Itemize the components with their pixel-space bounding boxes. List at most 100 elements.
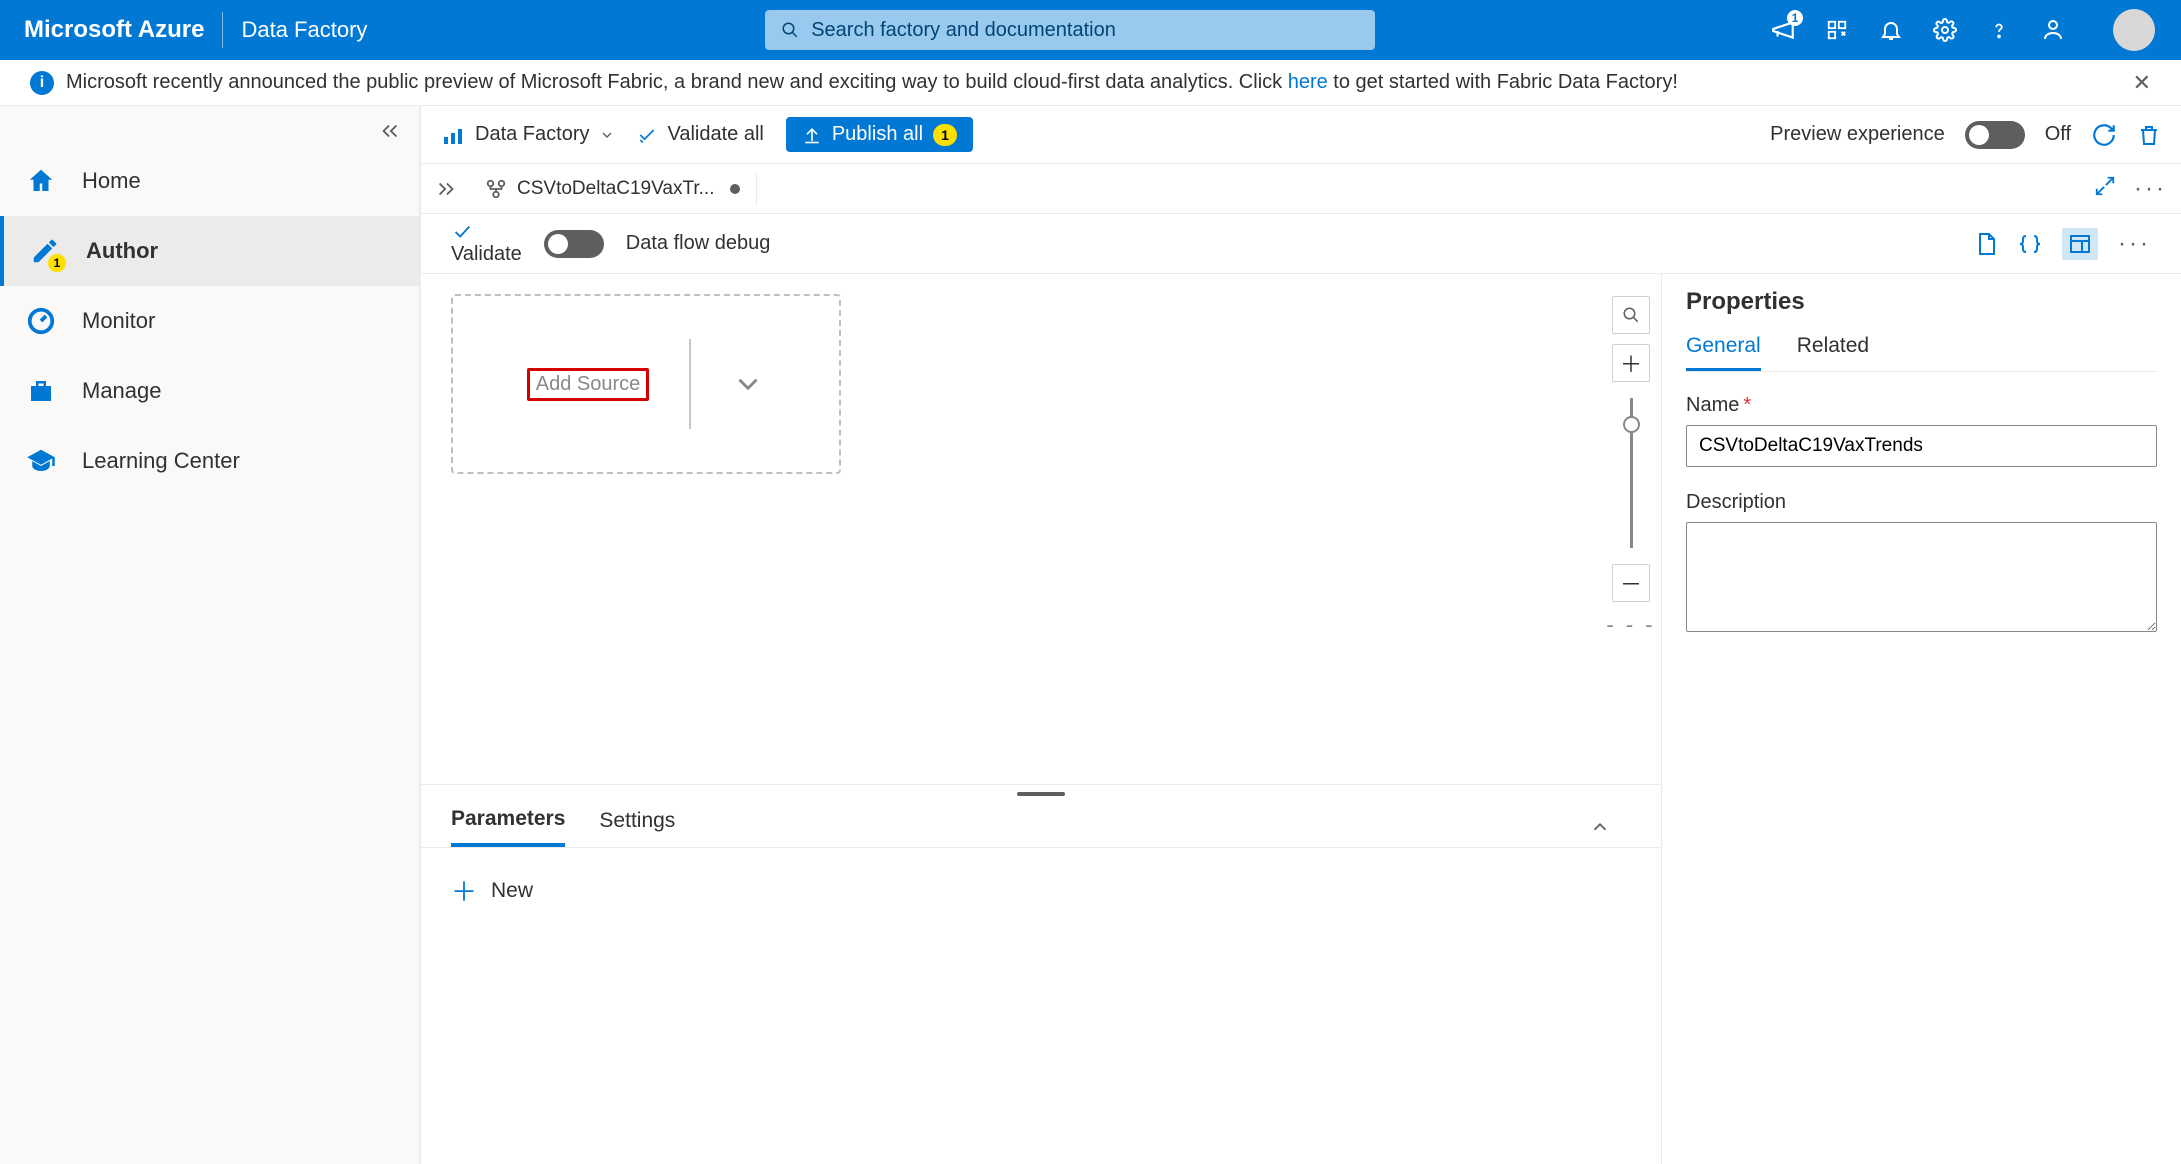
directory-icon[interactable] [1823,16,1851,44]
refresh-icon[interactable] [2091,122,2117,148]
zoom-out-button[interactable]: － [1612,564,1650,602]
plus-icon: ＋ [451,872,477,909]
factory-toolbar: Data Factory Validate all Publish all 1 … [421,106,2181,164]
help-icon[interactable] [1985,16,2013,44]
brand-divider [222,12,223,48]
tab-settings[interactable]: Settings [599,809,675,845]
chevron-down-icon [599,127,615,143]
collapse-bottom-icon[interactable] [1589,816,1631,838]
dataflow-icon [485,178,507,200]
author-badge: 1 [48,254,66,272]
dataflow-debug-toggle[interactable] [544,230,604,258]
banner-text: Microsoft recently announced the public … [66,71,1678,94]
left-nav: Home Author 1 Monitor Manage Learn [0,106,420,1164]
dataflow-debug-label: Data flow debug [626,232,771,255]
tabstrip: CSVtoDeltaC19VaxTr... ··· [421,164,2181,214]
dataflow-canvas[interactable]: Add Source ＋ － [421,274,1661,784]
search-input[interactable] [811,19,1359,42]
announcements-icon[interactable]: 1 [1769,16,1797,44]
global-search[interactable] [765,10,1375,50]
info-icon: i [30,71,54,95]
sidebar-label: Home [82,168,141,194]
name-label-text: Name [1686,394,1739,416]
tab-overflow-icon[interactable]: ··· [2134,175,2167,203]
collapse-nav-icon[interactable] [379,120,401,142]
sidebar-item-home[interactable]: Home [0,146,419,216]
unsaved-indicator [730,184,740,194]
add-source-label: Add Source [527,368,650,401]
zoom-slider[interactable] [1630,398,1633,548]
validate-all-button[interactable]: Validate all [637,123,763,146]
toolbox-icon [24,376,58,406]
name-label: Name* [1686,394,2157,417]
validate-button[interactable]: Validate [451,221,522,266]
header-icons: 1 [1769,9,2181,51]
avatar[interactable] [2113,9,2155,51]
properties-tab-general[interactable]: General [1686,334,1761,371]
bottom-panel: Parameters Settings ＋ New [421,784,1661,1164]
publish-icon [802,125,822,145]
properties-tab-related[interactable]: Related [1797,334,1869,371]
notif-badge: 1 [1787,10,1803,26]
azure-header: Microsoft Azure Data Factory 1 [0,0,2181,60]
df-overflow-icon[interactable]: ··· [2118,230,2151,258]
validate-all-label: Validate all [667,123,763,146]
preview-state: Off [2045,123,2071,146]
zoom-controls: ＋ － - - - [1601,274,1661,784]
factory-switcher[interactable]: Data Factory [441,123,615,147]
banner-link[interactable]: here [1288,71,1328,93]
open-tab[interactable]: CSVtoDeltaC19VaxTr... [469,172,757,206]
brand-block: Microsoft Azure Data Factory [0,0,391,60]
expand-tabs-icon[interactable] [435,178,457,200]
expand-pane-icon[interactable] [2094,175,2116,203]
properties-toggle-icon[interactable] [2062,228,2098,260]
bell-icon[interactable] [1877,16,1905,44]
tab-parameters[interactable]: Parameters [451,807,565,847]
preview-experience-toggle[interactable] [1965,121,2025,149]
feedback-icon[interactable] [2039,16,2067,44]
zoom-in-button[interactable]: ＋ [1612,344,1650,382]
publish-all-button[interactable]: Publish all 1 [786,117,973,152]
publish-count-badge: 1 [933,124,957,146]
sidebar-item-monitor[interactable]: Monitor [0,286,419,356]
delete-icon[interactable] [2137,123,2161,147]
script-icon[interactable] [1974,232,1998,256]
factory-label: Data Factory [475,123,589,146]
description-input[interactable] [1686,522,2157,632]
chevron-down-icon[interactable] [731,367,765,401]
close-icon[interactable]: ✕ [2133,70,2151,96]
new-label: New [491,879,533,903]
code-icon[interactable] [2018,232,2042,256]
workspace: Add Source ＋ － [421,274,2181,1164]
gear-icon[interactable] [1931,16,1959,44]
home-icon [24,166,58,196]
dataflow-toolbar: Validate Data flow debug ··· [421,214,2181,274]
tab-label: CSVtoDeltaC19VaxTr... [517,178,714,200]
properties-title: Properties [1686,288,2157,316]
sidebar-item-author[interactable]: Author 1 [0,216,419,286]
zoom-handle[interactable] [1623,416,1640,433]
info-banner: i Microsoft recently announced the publi… [0,60,2181,106]
banner-text-after: to get started with Fabric Data Factory! [1333,71,1678,93]
name-input[interactable] [1686,425,2157,467]
preview-experience-label: Preview experience [1770,123,1945,146]
banner-text-before: Microsoft recently announced the public … [66,71,1288,93]
sidebar-item-manage[interactable]: Manage [0,356,419,426]
splitter-handle[interactable] [421,785,1661,803]
zoom-search-button[interactable] [1612,296,1650,334]
bottom-tabs: Parameters Settings [421,803,1661,848]
sidebar-item-learning[interactable]: Learning Center [0,426,419,496]
service-text: Data Factory [241,17,367,43]
new-parameter-button[interactable]: ＋ New [451,872,533,909]
gauge-icon [24,306,58,336]
publish-all-label: Publish all [832,123,923,146]
zoom-more-icon[interactable]: - - - [1606,612,1655,638]
sidebar-label: Monitor [82,308,155,334]
divider [689,339,691,429]
sidebar-label: Manage [82,378,162,404]
brand-text: Microsoft Azure [24,16,204,44]
properties-tabs: General Related [1686,334,2157,372]
properties-panel: Properties General Related Name* Descrip… [1661,274,2181,1164]
add-source-node[interactable]: Add Source [451,294,841,474]
desc-label: Description [1686,491,2157,514]
